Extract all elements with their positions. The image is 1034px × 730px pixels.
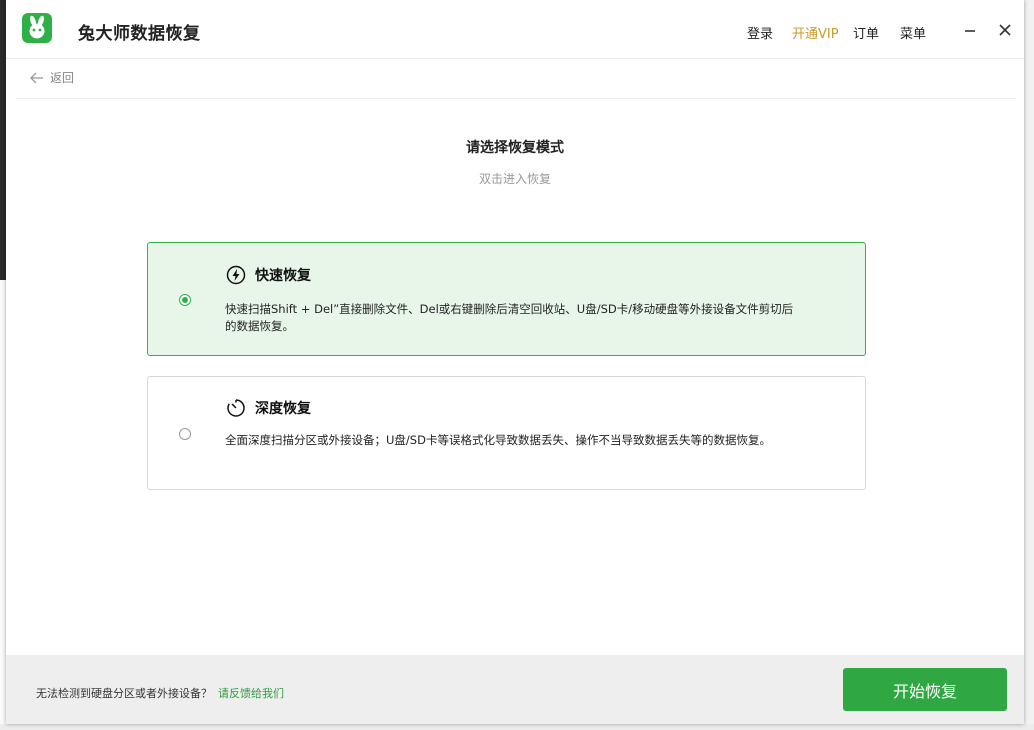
quick-recovery-card[interactable]: 快速恢复 快速扫描Shift + Del”直接删除文件、Del或右键删除后清空回…: [147, 242, 866, 356]
footer-bar: 无法检测到硬盘分区或者外接设备？ 请反馈给我们 开始恢复: [6, 655, 1024, 724]
start-recovery-button[interactable]: 开始恢复: [843, 668, 1007, 711]
page-subtitle: 双击进入恢复: [478, 172, 551, 186]
quick-recovery-radio[interactable]: [179, 294, 191, 306]
page-title: 请选择恢复模式: [466, 140, 564, 156]
close-button[interactable]: [995, 17, 1015, 37]
timer-icon: [226, 398, 246, 418]
menu-link[interactable]: 菜单: [900, 23, 926, 42]
desktop-background-bottom: [0, 724, 1034, 730]
quick-recovery-description: 快速扫描Shift + Del”直接删除文件、Del或右键删除后清空回收站、U盘…: [225, 302, 794, 333]
deep-recovery-title: 深度恢复: [255, 401, 311, 417]
deep-recovery-card[interactable]: 深度恢复 全面深度扫描分区或外接设备；U盘/SD卡等误格式化导致数据丢失、操作不…: [147, 376, 866, 490]
orders-link[interactable]: 订单: [853, 23, 879, 42]
minimize-button[interactable]: [960, 17, 980, 37]
deep-recovery-radio[interactable]: [179, 428, 191, 440]
deep-recovery-description: 全面深度扫描分区或外接设备；U盘/SD卡等误格式化导致数据丢失、操作不当导致数据…: [225, 433, 771, 447]
navigation-bar: 返回: [16, 58, 1016, 99]
app-title: 兔大师数据恢复: [78, 24, 201, 44]
minimize-icon: [965, 30, 975, 32]
quick-recovery-title: 快速恢复: [255, 268, 311, 284]
back-label: 返回: [50, 71, 75, 85]
lightning-icon: [226, 265, 246, 285]
app-window: 兔大师数据恢复 登录 开通VIP 订单 菜单 返回 请选择恢复模式 双击进入恢复: [6, 0, 1024, 724]
desktop-background-right: [1024, 0, 1034, 730]
close-icon: [999, 24, 1011, 36]
login-link[interactable]: 登录: [747, 23, 773, 42]
feedback-link[interactable]: 请反馈给我们: [218, 685, 284, 701]
back-button[interactable]: 返回: [30, 69, 74, 86]
arrow-left-icon: [30, 72, 43, 83]
vip-link[interactable]: 开通VIP: [792, 23, 839, 42]
footer-hint: 无法检测到硬盘分区或者外接设备？: [36, 687, 212, 700]
title-bar: 兔大师数据恢复 登录 开通VIP 订单 菜单: [6, 0, 1024, 59]
rabbit-logo-icon: [22, 13, 52, 43]
